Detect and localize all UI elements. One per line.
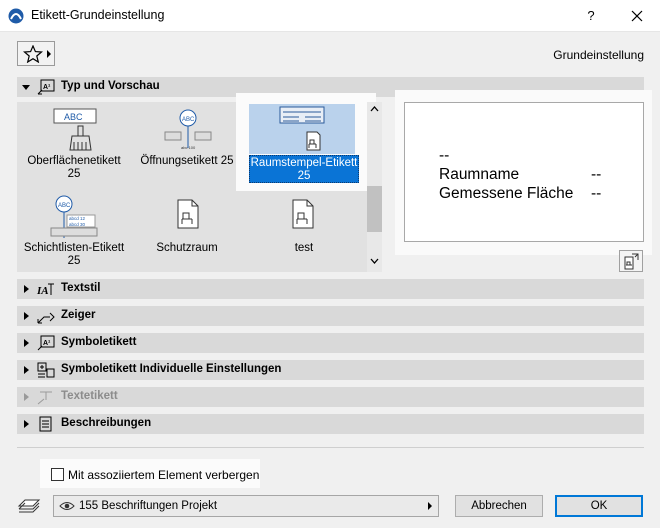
svg-text:ABC: ABC [64,112,83,122]
ok-button[interactable]: OK [555,495,643,517]
pointer-icon [37,312,55,324]
expand-right-icon [24,420,29,428]
section-zeiger[interactable]: Zeiger [17,306,644,326]
document-chair-icon [177,199,199,229]
gallery-item-oberflaechenetikett[interactable]: ABC Oberflächenetikett 25 [17,102,137,184]
chevron-right-icon [428,502,432,510]
gallery-item-label: test [294,242,314,254]
scroll-up-icon[interactable] [370,106,379,112]
scrollbar-thumb[interactable] [367,186,382,232]
gallery-item-label: Öffnungsetikett 25 [140,155,234,167]
gallery-item-oeffnungsetikett[interactable]: ABC abc 100 Öffnungsetikett 25 [127,102,247,184]
section-beschreibungen[interactable]: Beschreibungen [17,414,644,434]
preview-room-name: Raumname [439,166,520,183]
svg-text:IA: IA [36,285,49,297]
gallery-item-sub: 25 [67,255,81,267]
expand-right-icon [24,366,29,374]
cancel-button[interactable]: Abbrechen [455,495,543,517]
preview-room-name-value: -- [591,166,602,183]
custom-settings-icon [37,362,55,378]
label-type-icon: A¹ [37,79,55,95]
section-label: Symboletikett Individuelle Einstellungen [61,363,282,375]
archicad-app-icon [8,8,24,24]
preview-measured-area: Gemessene Fläche [439,185,574,202]
section-label: Beschreibungen [61,417,152,429]
star-icon [23,45,43,63]
scroll-down-icon[interactable] [370,258,379,264]
svg-text:ABC: ABC [58,203,71,209]
eye-icon [59,502,75,510]
title-bar: Etikett-Grundeinstellung ? [0,0,660,32]
hide-with-element-label: Mit assoziiertem Element verbergen [68,468,260,482]
hide-with-element-row[interactable]: Mit assoziiertem Element verbergen [40,459,260,488]
favorites-button[interactable] [17,41,55,66]
layers-icon [17,499,41,513]
expand-right-icon [24,339,29,347]
gallery-item-sub: 25 [67,168,81,180]
svg-text:ABC: ABC [182,117,195,123]
text-label-icon [37,391,52,405]
preview-line-1: -- [439,147,450,164]
preview-options-button[interactable] [619,250,643,272]
hide-with-element-checkbox[interactable] [51,468,64,481]
document-chair-icon [292,199,314,229]
svg-text:abcd 30: abcd 30 [69,222,86,227]
section-label: Textstil [61,282,101,294]
gallery-item-test[interactable]: test [244,191,364,271]
expand-right-icon [24,393,29,401]
chevron-right-icon [47,50,51,58]
gallery-item-selected-label: Raumstempel-Etikett 25 [249,155,359,183]
section-label: Typ und Vorschau [61,80,160,92]
gallery-item-label: Raumstempel-Etikett [250,157,358,169]
gallery-item-sub: 25 [297,170,311,182]
expand-right-icon [24,285,29,293]
window-title: Etikett-Grundeinstellung [31,8,165,22]
preset-label: Grundeinstellung [553,48,644,62]
svg-text:A¹: A¹ [43,84,51,91]
section-symboletikett[interactable]: A¹ Symboletikett [17,333,644,353]
expand-down-icon [22,85,30,90]
section-symboletikett-individuell[interactable]: Symboletikett Individuelle Einstellungen [17,360,644,380]
gallery-item-schichtlisten-etikett[interactable]: ABC abcd 12 abcd 30 Schichtlisten-Etiket… [17,191,131,271]
abc-brush-icon: ABC [53,108,97,151]
section-label: Zeiger [61,309,96,321]
section-label: Symboletikett [61,336,137,348]
svg-text:abc 100: abc 100 [181,145,196,150]
symbol-label-icon: A¹ [37,335,55,351]
help-button[interactable]: ? [578,5,604,27]
layer-list-tag-icon: ABC abcd 12 abcd 30 [50,195,98,238]
footer-separator [17,447,644,448]
section-textstil[interactable]: IA Textstil [17,279,644,299]
gallery-item-label: Schutzraum [156,242,218,254]
expand-right-icon [24,312,29,320]
room-stamp-icon [279,106,325,151]
gallery-item-label: Oberflächenetikett [27,155,121,167]
layer-select-value: 155 Beschriftungen Projekt [79,500,218,512]
description-icon [39,416,52,432]
section-label: Textetikett [61,390,118,402]
svg-text:abcd 12: abcd 12 [69,216,86,221]
layer-select[interactable]: 155 Beschriftungen Projekt [53,495,439,517]
document-chair-icon [624,253,639,270]
preview-measured-area-value: -- [591,185,602,202]
text-style-icon: IA [36,283,54,297]
gallery-item-schutzraum[interactable]: Schutzraum [127,191,247,271]
opening-tag-icon: ABC abc 100 [164,109,212,150]
section-textetikett: Textetikett [17,387,644,407]
gallery-item-label: Schichtlisten-Etikett [23,242,125,254]
close-icon[interactable] [624,5,650,27]
gallery-scrollbar[interactable] [367,102,382,272]
svg-text:A¹: A¹ [43,340,51,347]
preview-panel: -- Raumname -- Gemessene Fläche -- [404,102,644,242]
